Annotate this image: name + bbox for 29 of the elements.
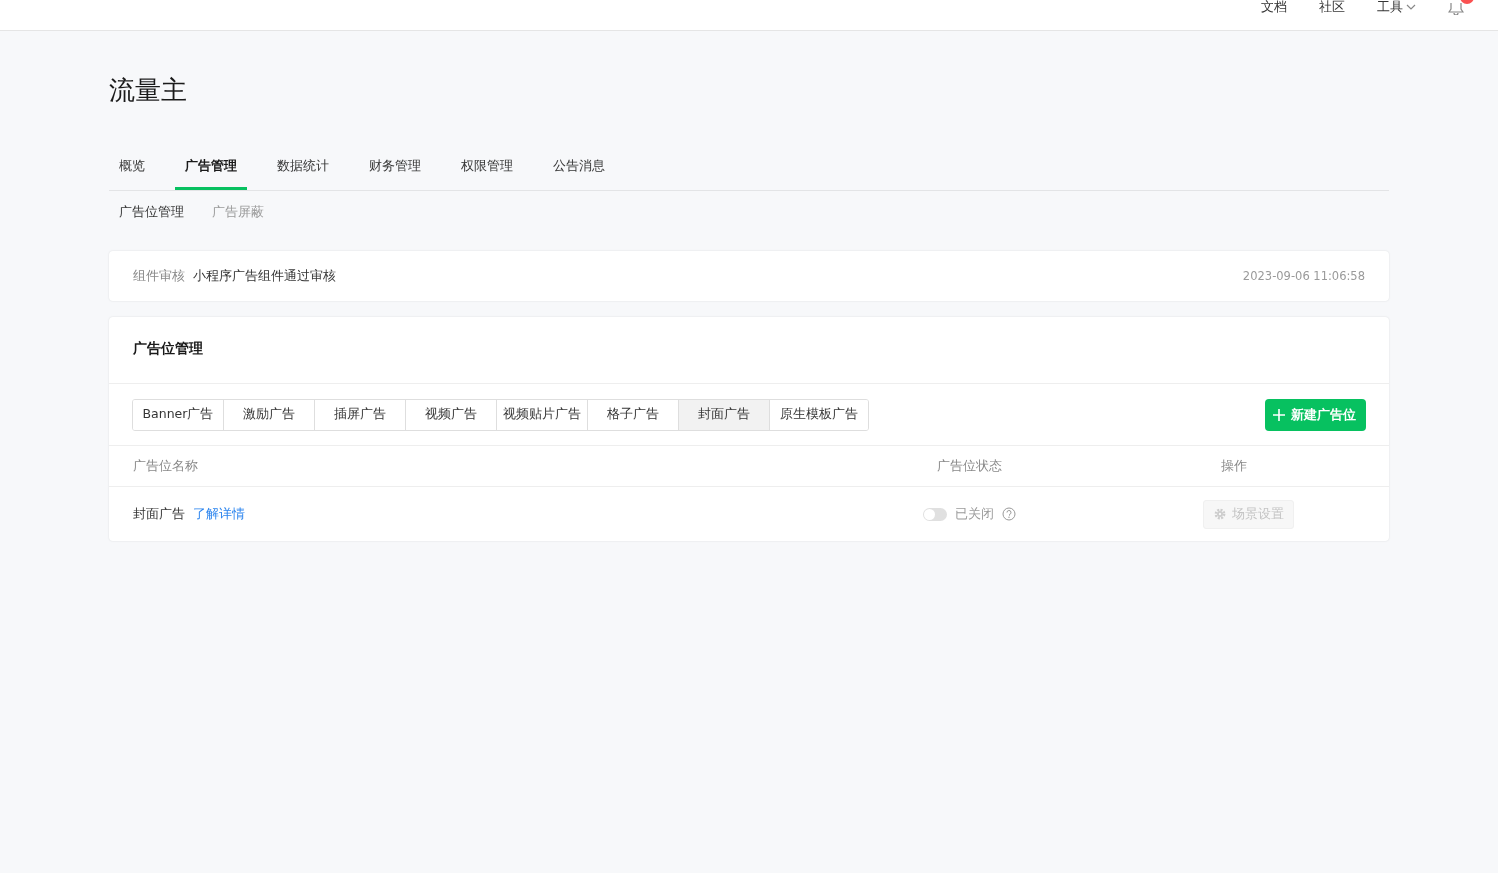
- column-header: 广告位状态: [936, 457, 1003, 475]
- tab[interactable]: 权限管理: [451, 157, 523, 190]
- nav-link[interactable]: 社区: [1319, 0, 1345, 13]
- nav-link[interactable]: 工具: [1377, 0, 1416, 13]
- panel-title: 广告位管理: [109, 317, 1389, 384]
- sub-tab[interactable]: 广告位管理: [119, 203, 184, 221]
- tab[interactable]: 公告消息: [543, 157, 615, 190]
- bell-icon[interactable]: [1448, 3, 1464, 15]
- segment-button[interactable]: 封面广告: [679, 399, 770, 430]
- table-cell: 封面广告: [133, 505, 185, 523]
- notice-label: 组件审核: [133, 267, 185, 285]
- column-header: 操作: [1220, 457, 1248, 475]
- details-link[interactable]: 了解详情: [193, 505, 245, 523]
- gear-icon: [1213, 507, 1227, 521]
- caret-icon: [1406, 3, 1416, 10]
- column-header: 广告位名称: [133, 457, 199, 475]
- help-icon[interactable]: [1002, 507, 1016, 521]
- notice-message: 小程序广告组件通过审核: [193, 267, 337, 285]
- page-title: 流量主: [109, 74, 188, 107]
- tab[interactable]: 广告管理: [175, 157, 247, 190]
- nav-link[interactable]: 文档: [1261, 0, 1287, 13]
- status-text: 已关闭: [955, 505, 994, 523]
- tab[interactable]: 数据统计: [267, 157, 339, 190]
- segment-button[interactable]: Banner广告: [133, 399, 224, 430]
- tab[interactable]: 概览: [109, 157, 155, 190]
- plus-icon: [1273, 408, 1285, 421]
- notice-time: 2023-09-06 11:06:58: [1242, 269, 1365, 283]
- toggle-switch[interactable]: [923, 507, 947, 521]
- tab[interactable]: 财务管理: [359, 157, 431, 190]
